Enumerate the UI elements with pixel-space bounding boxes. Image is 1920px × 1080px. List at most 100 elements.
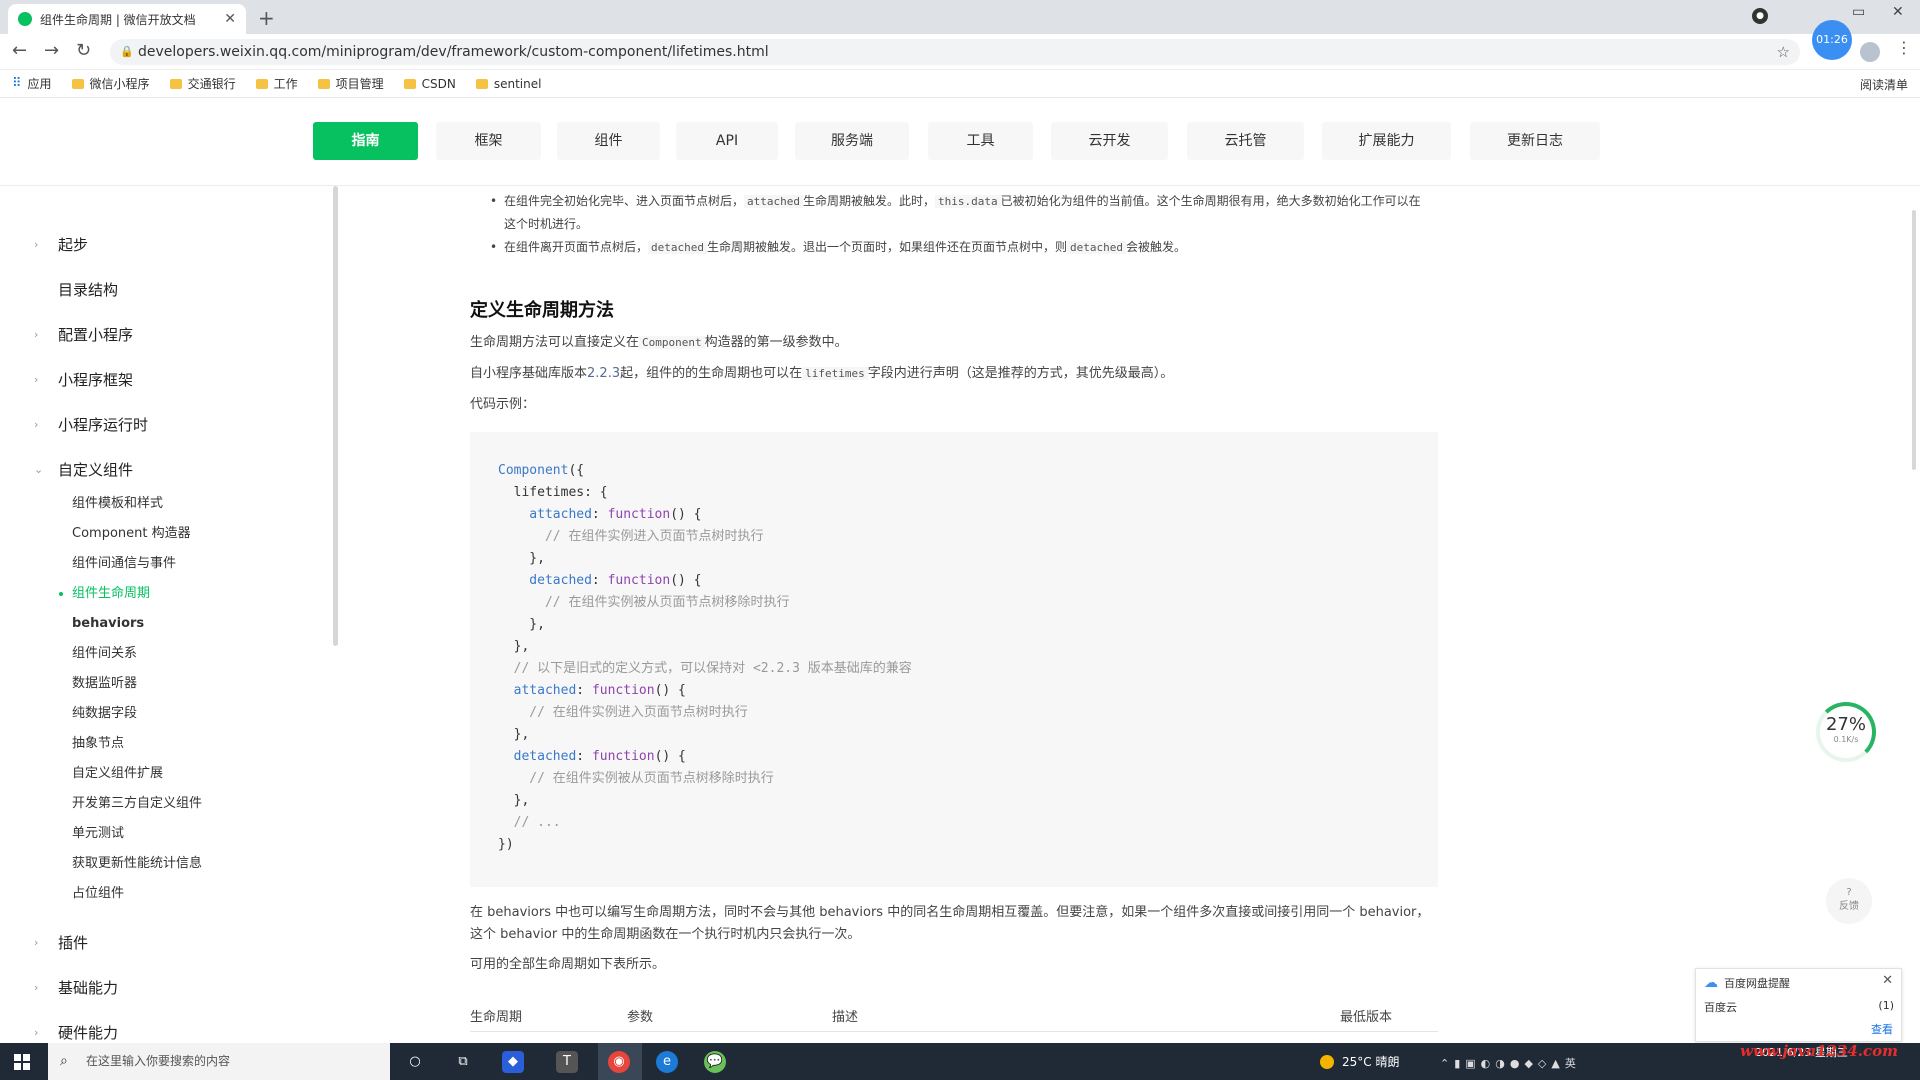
code-token: () { [654,749,686,764]
code-token: function [607,507,671,522]
nav-tab-framework[interactable]: 框架 [436,122,541,160]
nav-tab-components[interactable]: 组件 [557,122,660,160]
bookmark-folder[interactable]: 工作 [255,75,298,92]
code-line: lifetimes: { [498,482,1438,504]
code-line: // 在组件实例被从页面节点树移除时执行 [498,592,1438,614]
paragraph: 生命周期方法可以直接定义在 Component 构造器的第一级参数中。 [470,335,848,350]
code-token: : [576,749,592,764]
edge-icon[interactable]: e [656,1051,678,1073]
new-tab-button[interactable]: + [258,6,275,30]
nav-tab-cloud-hosting[interactable]: 云托管 [1187,122,1304,160]
sidebar-subitem[interactable]: 组件模板和样式 [72,493,163,515]
code-token: () { [654,683,686,698]
nav-tab-changelog[interactable]: 更新日志 [1470,122,1600,160]
bookmark-folder[interactable]: CSDN [403,77,456,91]
app-icon[interactable]: ◆ [502,1051,524,1073]
watermark-text: www.java1234.com [1740,1042,1899,1060]
paragraph: 在 behaviors 中也可以编写生命周期方法，同时不会与其他 behavio… [470,905,1430,942]
code-line: // 以下是旧式的定义方式，可以保持对 <2.2.3 版本基础库的兼容 [498,658,1438,680]
taskbar-search-input[interactable]: ⌕ 在这里输入你要搜索的内容 [48,1043,390,1080]
sidebar-subitem-active[interactable]: 组件生命周期 [59,583,150,605]
code-token: function [591,749,655,764]
network-speed-gauge[interactable]: 27% 0.1K/s [1816,702,1876,762]
system-tray-icons[interactable]: ⌃▮▣◐◑●◆◇▲英 [1440,1055,1581,1071]
bookmark-folder[interactable]: 项目管理 [317,75,384,92]
section-heading: 定义生命周期方法 [470,300,614,321]
sidebar-subitem[interactable]: 纯数据字段 [72,703,137,725]
record-icon[interactable]: ● [1752,8,1768,24]
code-token: Component [498,463,569,478]
bookmark-star-icon[interactable]: ☆ [1777,39,1790,65]
back-icon[interactable]: ← [12,40,27,61]
sidebar-subitem[interactable]: 组件间通信与事件 [72,553,176,575]
sidebar-subitem[interactable]: behaviors [72,613,144,635]
browser-menu-icon[interactable]: ⋮ [1896,38,1912,57]
close-notification-icon[interactable]: ✕ [1882,973,1893,988]
reading-list-button[interactable]: 阅读清单 [1860,76,1908,93]
folder-icon [71,78,84,89]
code-line: // 在组件实例进入页面节点树时执行 [498,526,1438,548]
apps-grid-icon: ⠿ [12,76,22,91]
typora-icon[interactable]: T [556,1051,578,1073]
code-line: attached: function() { [498,504,1438,526]
sidebar-subitem[interactable]: 单元测试 [72,823,124,845]
sun-icon [1320,1054,1334,1069]
bookmark-folder[interactable]: sentinel [475,77,541,91]
windows-start-icon[interactable] [14,1054,30,1070]
task-view-icon[interactable]: ⧉ [452,1051,474,1073]
page-scrollbar[interactable] [1912,210,1916,470]
code-line: // 在组件实例被从页面节点树移除时执行 [498,768,1438,790]
sidebar-subitem[interactable]: Component 构造器 [72,523,191,545]
lock-icon[interactable]: 🔒 [120,39,134,65]
list-item: 在组件完全初始化完毕、进入页面节点树后，attached生命周期被触发。此时，t… [490,190,1429,236]
sidebar-subitem[interactable]: 数据监听器 [72,673,137,695]
code-token: : [576,683,592,698]
sidebar-subitem[interactable]: 占位组件 [72,883,124,905]
sidebar-subitem[interactable]: 自定义组件扩展 [72,763,163,785]
weather-widget[interactable]: 25°C 晴朗 [1320,1043,1399,1080]
nav-tab-cloud-dev[interactable]: 云开发 [1051,122,1168,160]
nav-tab-server[interactable]: 服务端 [795,122,909,160]
minimize-icon[interactable]: ▭ [1852,4,1865,20]
bookmark-apps[interactable]: ⠿ 应用 [12,75,52,92]
wechat-icon[interactable]: 💬 [704,1051,726,1073]
sidebar-subitem[interactable]: 抽象节点 [72,733,124,755]
code-token: () { [670,507,702,522]
code-token: detached [498,573,592,588]
code-token: lifetimes: { [498,485,608,500]
folder-icon [317,78,330,89]
reload-icon[interactable]: ↻ [76,40,91,61]
browser-tab[interactable]: 组件生命周期 | 微信开放文档 ✕ [8,4,246,34]
nav-tab-guide[interactable]: 指南 [313,122,418,160]
nav-tab-api[interactable]: API [676,122,778,160]
feedback-button[interactable]: ? 反馈 [1826,878,1872,924]
nav-tab-tools[interactable]: 工具 [928,122,1033,160]
code-token: ({ [568,463,585,478]
sidebar-scrollbar[interactable] [333,186,338,646]
table-header-cell: 生命周期 [470,1010,523,1025]
close-tab-icon[interactable]: ✕ [224,11,236,27]
address-bar[interactable]: 🔒 developers.weixin.qq.com/miniprogram/d… [110,39,1800,65]
code-token: function [607,573,671,588]
search-icon: ⌕ [60,1053,68,1069]
version-link[interactable]: 2.2.3 [587,366,620,381]
cortana-icon[interactable]: ○ [404,1051,426,1073]
bookmark-folder[interactable]: 微信小程序 [71,75,150,92]
code-line: detached: function() { [498,570,1438,592]
notify-view-link[interactable]: 查看 [1871,1021,1893,1037]
sidebar-subitem[interactable]: 获取更新性能统计信息 [72,853,202,875]
code-token: // ... [498,815,561,830]
code-line: }, [498,614,1438,636]
timer-badge[interactable]: 01:26 [1812,20,1852,60]
code-line: }, [498,636,1438,658]
close-window-icon[interactable]: ✕ [1892,4,1904,20]
chevron-right-icon: › [34,328,39,341]
nav-tab-extensions[interactable]: 扩展能力 [1322,122,1451,160]
bookmark-folder[interactable]: 交通银行 [169,75,236,92]
chrome-icon[interactable]: ◉ [608,1051,630,1073]
profile-avatar[interactable] [1860,42,1880,62]
code-block: Component({ lifetimes: { attached: funct… [470,432,1438,887]
sidebar-subitem[interactable]: 开发第三方自定义组件 [72,793,202,815]
forward-icon[interactable]: → [44,40,59,61]
sidebar-subitem[interactable]: 组件间关系 [72,643,137,665]
